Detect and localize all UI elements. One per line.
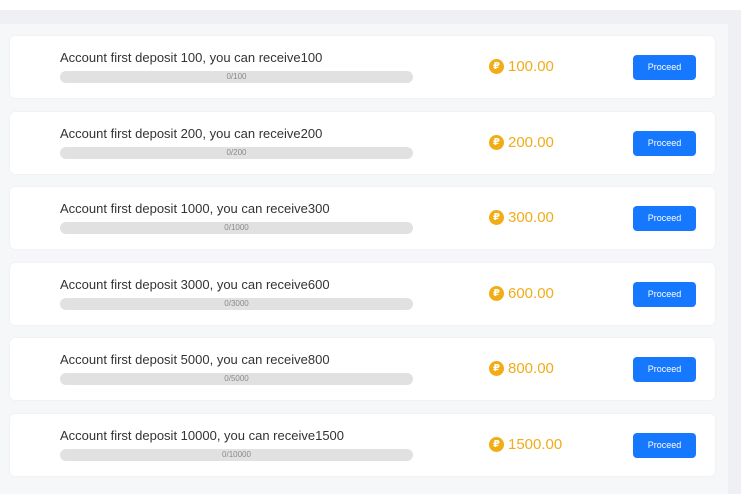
progress-bar: 0/100 — [60, 71, 413, 83]
proceed-button[interactable]: Proceed — [633, 55, 696, 80]
task-card: Account first deposit 100, you can recei… — [10, 36, 715, 98]
task-list: Account first deposit 100, you can recei… — [10, 36, 715, 489]
task-card: Account first deposit 5000, you can rece… — [10, 338, 715, 400]
proceed-button[interactable]: Proceed — [633, 432, 696, 458]
reward: ₽ 800.00 — [489, 360, 554, 377]
task-card: Account first deposit 1000, you can rece… — [10, 187, 715, 249]
progress-bar: 0/3000 — [60, 297, 413, 310]
progress-bar: 0/1000 — [60, 222, 413, 234]
progress-text: 0/200 — [226, 147, 247, 157]
reward-amount: 600.00 — [508, 284, 554, 302]
progress-bar: 0/10000 — [60, 448, 413, 461]
coin-icon: ₽ — [489, 436, 504, 452]
reward-amount: 200.00 — [508, 133, 554, 151]
reward: ₽ 300.00 — [489, 209, 554, 226]
task-card: Account first deposit 3000, you can rece… — [10, 262, 715, 325]
coin-icon: ₽ — [489, 285, 504, 301]
progress-text: 0/5000 — [224, 374, 249, 383]
task-title: Account first deposit 100, you can recei… — [60, 50, 323, 65]
task-title: Account first deposit 200, you can recei… — [60, 125, 323, 141]
proceed-button[interactable]: Proceed — [633, 130, 696, 156]
proceed-button[interactable]: Proceed — [633, 357, 696, 382]
proceed-button[interactable]: Proceed — [633, 206, 696, 231]
coin-icon: ₽ — [489, 134, 504, 150]
reward-amount: 100.00 — [508, 58, 554, 75]
reward: ₽ 100.00 — [489, 58, 554, 75]
progress-text: 0/100 — [226, 72, 247, 81]
top-bar — [0, 0, 741, 10]
progress-text: 0/3000 — [224, 298, 249, 308]
coin-icon: ₽ — [489, 361, 504, 376]
task-title: Account first deposit 5000, you can rece… — [60, 352, 330, 367]
progress-bar: 0/200 — [60, 146, 413, 159]
coin-icon: ₽ — [489, 210, 504, 225]
reward: ₽ 600.00 — [489, 285, 554, 302]
task-panel: Account first deposit 100, you can recei… — [0, 24, 728, 494]
task-title: Account first deposit 3000, you can rece… — [60, 276, 330, 292]
coin-icon: ₽ — [489, 59, 504, 74]
proceed-button[interactable]: Proceed — [633, 281, 696, 307]
progress-text: 0/1000 — [224, 223, 249, 232]
task-title: Account first deposit 1000, you can rece… — [60, 201, 330, 216]
task-title: Account first deposit 10000, you can rec… — [60, 427, 345, 443]
reward-amount: 1500.00 — [508, 435, 563, 453]
reward: ₽ 200.00 — [489, 134, 554, 151]
reward-amount: 300.00 — [508, 209, 554, 226]
task-card: Account first deposit 200, you can recei… — [10, 111, 715, 174]
task-card: Account first deposit 10000, you can rec… — [10, 413, 715, 476]
progress-bar: 0/5000 — [60, 373, 413, 385]
progress-text: 0/10000 — [222, 449, 251, 459]
reward: ₽ 1500.00 — [489, 436, 562, 453]
reward-amount: 800.00 — [508, 360, 554, 377]
